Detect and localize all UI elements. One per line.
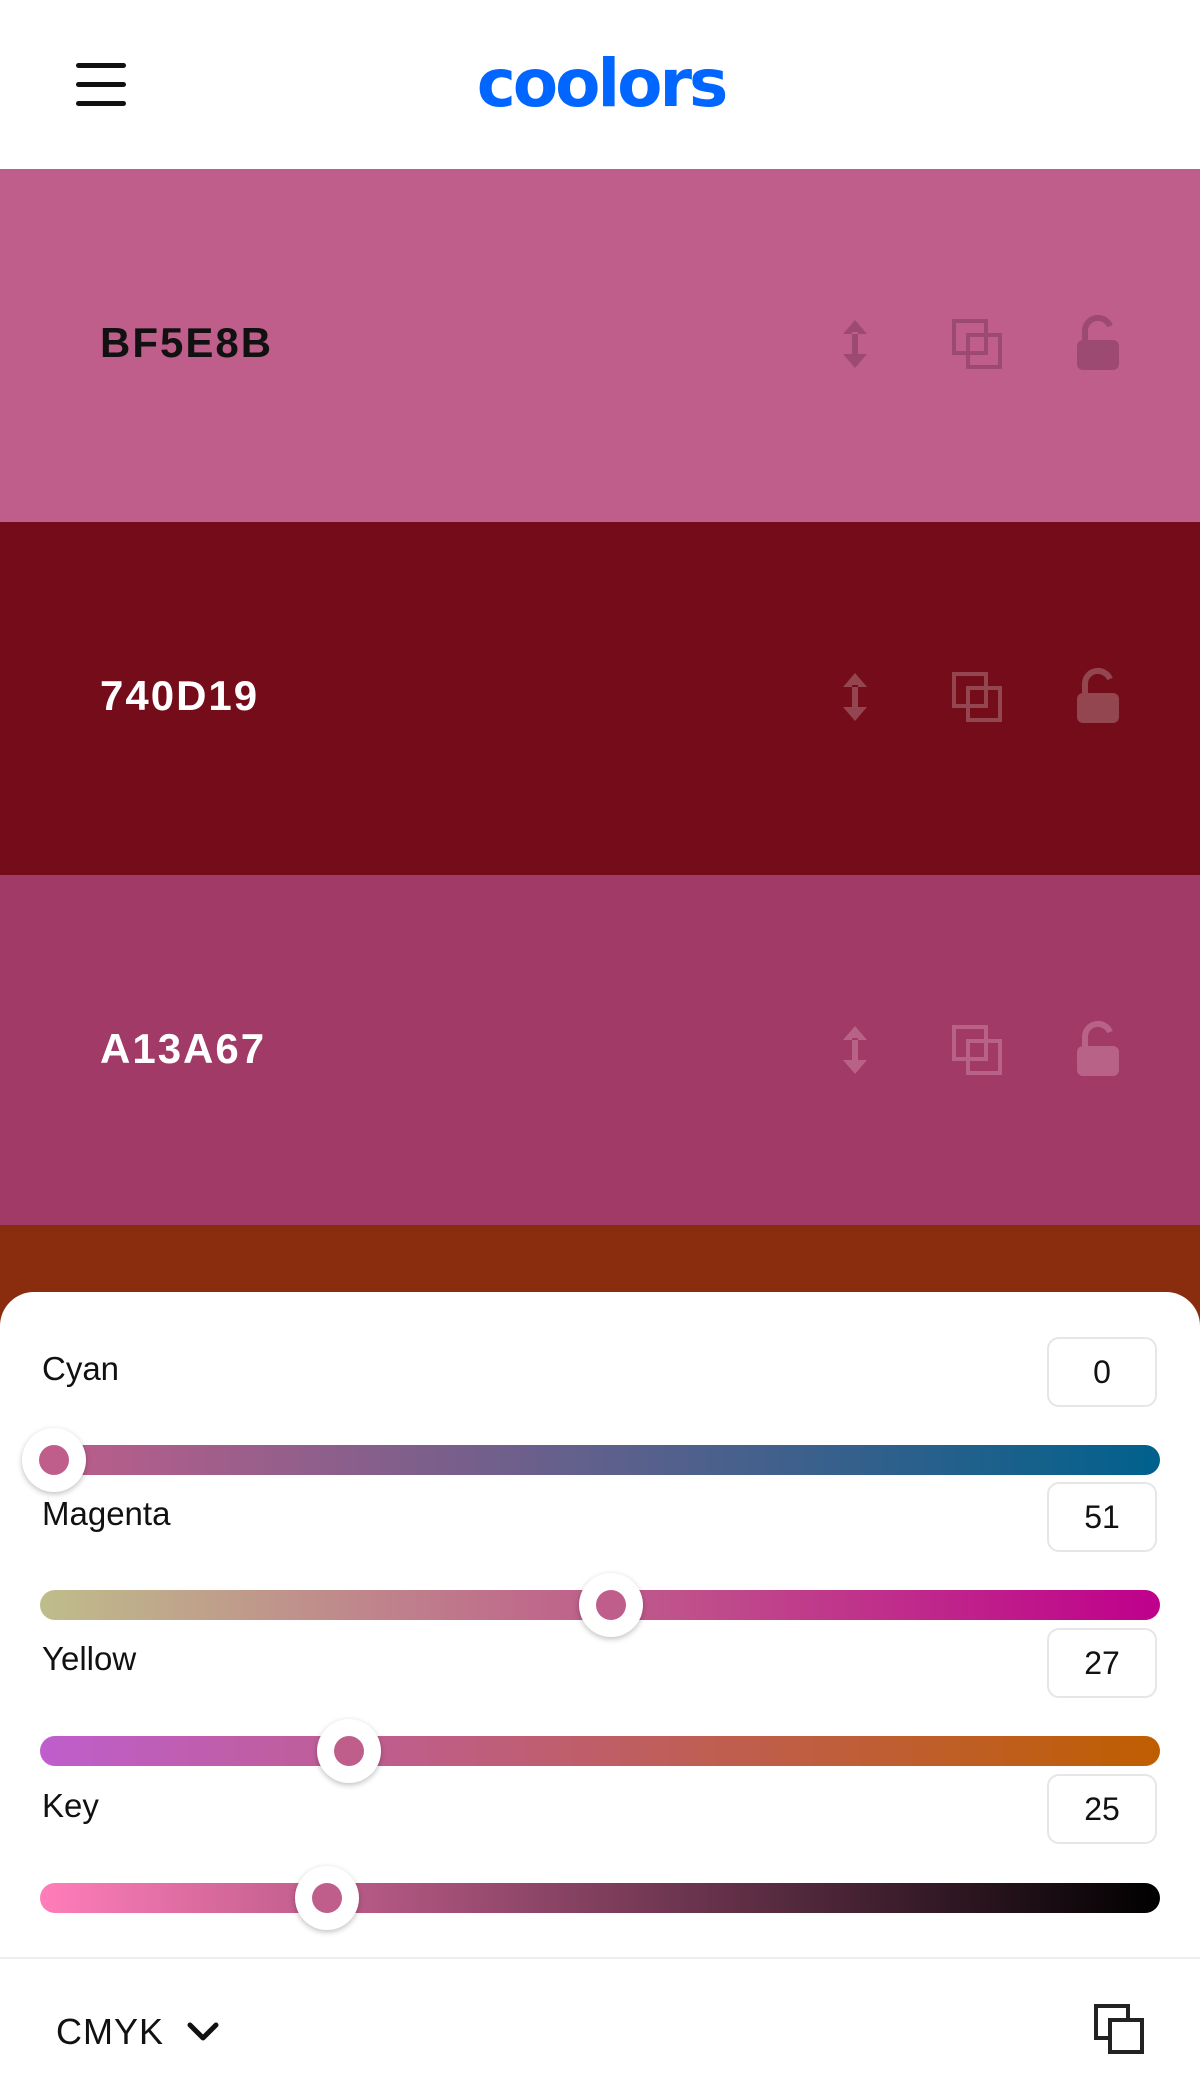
divider [0, 1957, 1200, 1959]
drag-vertical-icon[interactable] [820, 1015, 890, 1085]
swatch-hex-code[interactable]: BF5E8B [100, 319, 273, 367]
cyan-value-input[interactable]: 0 [1047, 1337, 1157, 1407]
key-label: Key [42, 1787, 99, 1824]
cyan-label: Cyan [42, 1350, 120, 1387]
hamburger-menu-icon[interactable] [68, 55, 134, 115]
unlock-icon[interactable] [1063, 1015, 1133, 1085]
cyan-slider-handle[interactable] [22, 1428, 86, 1492]
magenta-value-input[interactable]: 51 [1047, 1482, 1157, 1552]
coolors-logo[interactable]: coolors [420, 50, 782, 120]
menu-bar [76, 63, 126, 68]
swatch-hex-code[interactable]: 740D19 [100, 672, 259, 720]
key-slider[interactable] [40, 1866, 1160, 1930]
yellow-value-input[interactable]: 27 [1047, 1628, 1157, 1698]
color-swatch[interactable]: BF5E8B [0, 169, 1200, 522]
magenta-slider[interactable] [40, 1573, 1160, 1637]
color-mode-dropdown[interactable]: CMYK [56, 2004, 220, 2060]
copy-icon[interactable] [1090, 2000, 1150, 2060]
key-slider-handle[interactable] [295, 1866, 359, 1930]
copy-icon[interactable] [942, 309, 1012, 379]
logo-wordmark: coolors [477, 50, 726, 120]
menu-bar [76, 101, 126, 106]
swatch-hex-code[interactable]: A13A67 [100, 1025, 266, 1073]
cyan-slider[interactable] [22, 1428, 1160, 1492]
yellow-slider-handle[interactable] [316, 1719, 381, 1783]
drag-vertical-icon[interactable] [820, 662, 890, 732]
magenta-slider-handle[interactable] [578, 1573, 643, 1637]
color-swatch[interactable]: 740D19 [0, 522, 1200, 875]
drag-vertical-icon[interactable] [820, 309, 890, 379]
copy-icon[interactable] [942, 1015, 1012, 1085]
header: coolors [0, 0, 1200, 169]
chevron-down-icon [187, 2022, 219, 2041]
color-picker-panel: Cyan 0 Magenta 51 Yellow 27 Key 25 [0, 1292, 1200, 2091]
copy-icon[interactable] [942, 662, 1012, 732]
yellow-label: Yellow [42, 1640, 137, 1677]
color-swatch[interactable]: A13A67 [0, 875, 1200, 1228]
menu-bar [76, 82, 126, 87]
color-mode-label: CMYK [56, 2011, 165, 2052]
unlock-icon[interactable] [1063, 662, 1133, 732]
yellow-slider[interactable] [40, 1719, 1160, 1783]
unlock-icon[interactable] [1063, 309, 1133, 379]
key-value-input[interactable]: 25 [1047, 1774, 1157, 1844]
magenta-label: Magenta [42, 1495, 171, 1532]
